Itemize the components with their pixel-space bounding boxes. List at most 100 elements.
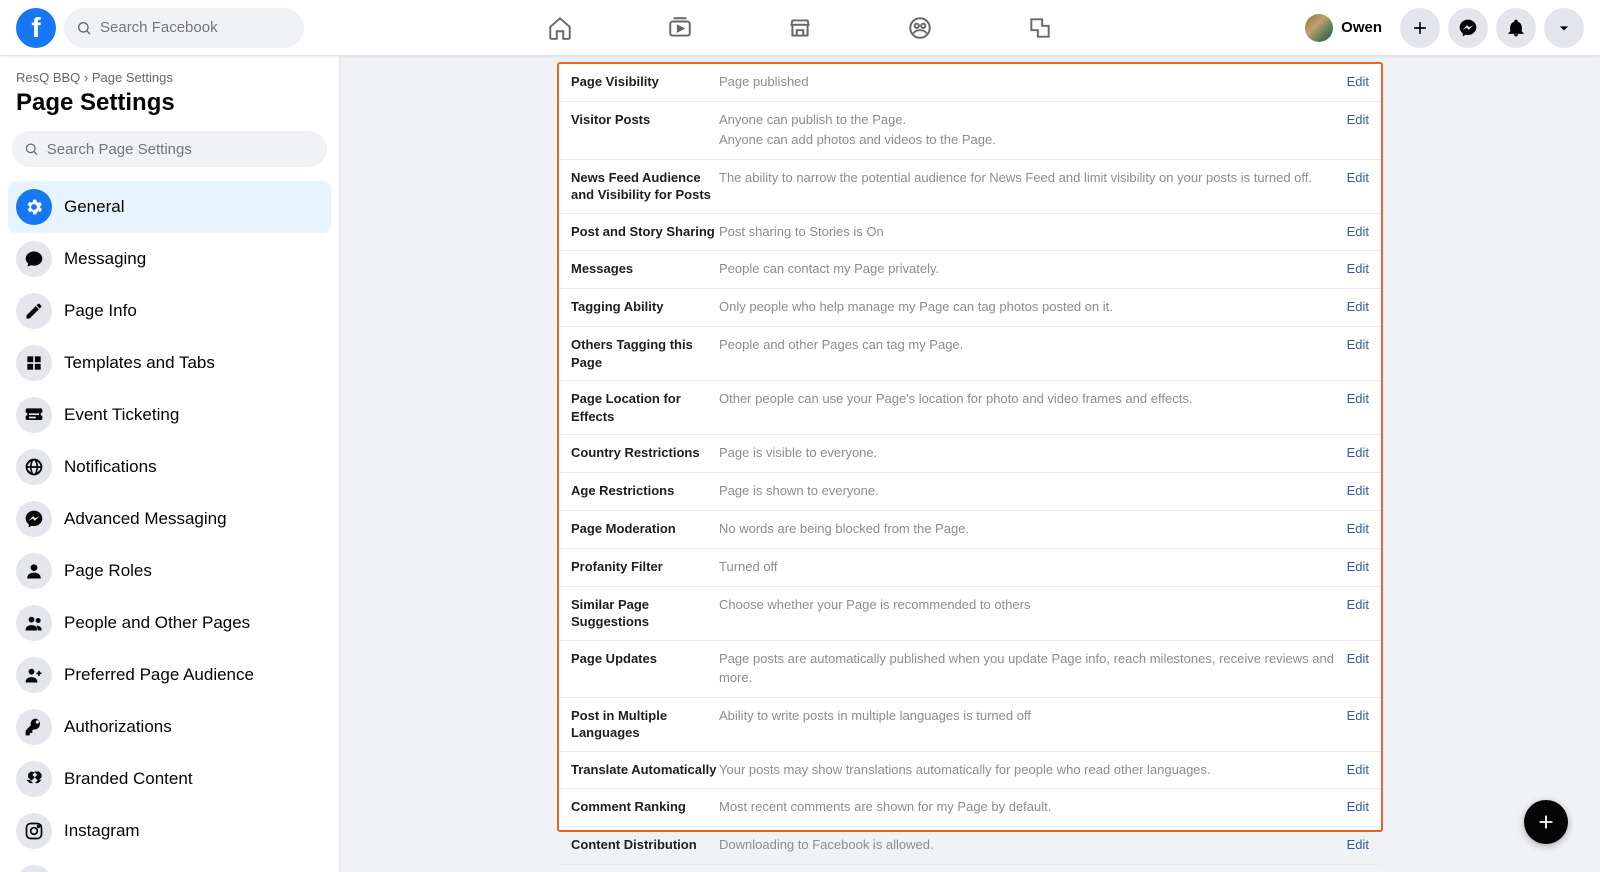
global-search-input[interactable]	[100, 19, 292, 36]
sidebar-item-preferred-page-audience[interactable]: Preferred Page Audience	[8, 649, 331, 701]
search-icon	[76, 20, 92, 36]
edit-link[interactable]: Edit	[1347, 260, 1369, 276]
globe-icon	[16, 449, 52, 485]
sidebar-item-label: General	[64, 197, 124, 217]
sidebar-search[interactable]	[12, 131, 327, 167]
edit-link[interactable]: Edit	[1347, 558, 1369, 574]
settings-row-value: Only people who help manage my Page can …	[719, 298, 1347, 317]
settings-row-value: People and other Pages can tag my Page.	[719, 336, 1347, 355]
new-message-fab[interactable]	[1524, 800, 1568, 844]
sidebar-item-general[interactable]: General	[8, 181, 331, 233]
sidebar-item-label: Event Ticketing	[64, 405, 179, 425]
edit-link[interactable]: Edit	[1347, 169, 1369, 185]
sidebar-item-label: Templates and Tabs	[64, 353, 215, 373]
global-search[interactable]	[64, 8, 304, 48]
sidebar-item-instagram[interactable]: Instagram	[8, 805, 331, 857]
sidebar-item-label: Authorizations	[64, 717, 172, 737]
plus-icon	[1535, 811, 1557, 833]
marketplace-icon	[787, 15, 813, 41]
edit-link[interactable]: Edit	[1347, 836, 1369, 852]
breadcrumb-current: Page Settings	[92, 70, 173, 85]
home-icon	[547, 15, 573, 41]
grid-icon	[16, 345, 52, 381]
create-button[interactable]	[1400, 8, 1440, 48]
settings-row-label: Profanity Filter	[571, 558, 719, 576]
edit-link[interactable]: Edit	[1347, 482, 1369, 498]
edit-link[interactable]: Edit	[1347, 223, 1369, 239]
settings-row-label: Similar Page Suggestions	[571, 596, 719, 631]
sidebar-item-label: Preferred Page Audience	[64, 665, 254, 685]
sidebar-item-event-ticketing[interactable]: Event Ticketing	[8, 389, 331, 441]
settings-row: MessagesPeople can contact my Page priva…	[559, 251, 1381, 289]
top-bar: f Owen	[0, 0, 1600, 56]
edit-link[interactable]: Edit	[1347, 761, 1369, 777]
settings-row: Age RestrictionsPage is shown to everyon…	[559, 473, 1381, 511]
sidebar-item-templates-and-tabs[interactable]: Templates and Tabs	[8, 337, 331, 389]
sidebar-search-input[interactable]	[47, 141, 315, 158]
profile-chip[interactable]: Owen	[1301, 10, 1392, 46]
settings-row: Page VisibilityPage publishedEdit	[559, 64, 1381, 102]
sidebar-item-advanced-messaging[interactable]: Advanced Messaging	[8, 493, 331, 545]
sidebar-item-branded-content[interactable]: Branded Content	[8, 753, 331, 805]
sidebar-item-page-roles[interactable]: Page Roles	[8, 545, 331, 597]
settings-row: Tagging AbilityOnly people who help mana…	[559, 289, 1381, 327]
edit-link[interactable]: Edit	[1347, 707, 1369, 723]
sidebar-item-label: People and Other Pages	[64, 613, 250, 633]
settings-row-value: Ability to write posts in multiple langu…	[719, 707, 1347, 726]
sidebar-item-people-and-other-pages[interactable]: People and Other Pages	[8, 597, 331, 649]
edit-link[interactable]: Edit	[1347, 73, 1369, 89]
account-menu-button[interactable]	[1544, 8, 1584, 48]
notifications-button[interactable]	[1496, 8, 1536, 48]
settings-row-label: Country Restrictions	[571, 444, 719, 462]
sidebar-item-notifications[interactable]: Notifications	[8, 441, 331, 493]
breadcrumb-separator: ›	[84, 70, 88, 85]
facebook-logo-icon[interactable]: f	[16, 8, 56, 48]
settings-row-value: No words are being blocked from the Page…	[719, 520, 1347, 539]
sidebar-item-page-info[interactable]: Page Info	[8, 285, 331, 337]
edit-link[interactable]: Edit	[1347, 650, 1369, 666]
page-title: Page Settings	[8, 85, 331, 131]
nav-marketplace[interactable]	[744, 2, 856, 54]
edit-link[interactable]: Edit	[1347, 596, 1369, 612]
settings-row-label: News Feed Audience and Visibility for Po…	[571, 169, 719, 204]
settings-row-label: Translate Automatically	[571, 761, 719, 779]
nav-watch[interactable]	[624, 2, 736, 54]
nav-gaming[interactable]	[984, 2, 1096, 54]
breadcrumb-page-link[interactable]: ResQ BBQ	[16, 70, 80, 85]
edit-link[interactable]: Edit	[1347, 111, 1369, 127]
sidebar-item-label: Page Roles	[64, 561, 152, 581]
sidebar-item-messaging[interactable]: Messaging	[8, 233, 331, 285]
settings-row-label: Page Updates	[571, 650, 719, 668]
settings-row: Translate AutomaticallyYour posts may sh…	[559, 752, 1381, 790]
top-right: Owen	[1301, 8, 1584, 48]
content: Page VisibilityPage publishedEditVisitor…	[340, 56, 1600, 872]
edit-link[interactable]: Edit	[1347, 520, 1369, 536]
settings-row-value: The ability to narrow the potential audi…	[719, 169, 1347, 188]
ticket-icon	[16, 397, 52, 433]
sidebar-item-label: Messaging	[64, 249, 146, 269]
sidebar-item-whatsapp[interactable]: WhatsApp	[8, 857, 331, 872]
key-icon	[16, 709, 52, 745]
edit-link[interactable]: Edit	[1347, 390, 1369, 406]
sidebar-item-authorizations[interactable]: Authorizations	[8, 701, 331, 753]
people-plus-icon	[16, 657, 52, 693]
settings-row-value: Page published	[719, 73, 1347, 92]
sidebar: ResQ BBQ › Page Settings Page Settings G…	[0, 56, 340, 872]
settings-row-label: Comment Ranking	[571, 798, 719, 816]
nav-home[interactable]	[504, 2, 616, 54]
edit-link[interactable]: Edit	[1347, 336, 1369, 352]
caret-down-icon	[1554, 18, 1574, 38]
settings-row-value: Most recent comments are shown for my Pa…	[719, 798, 1347, 817]
settings-row: Profanity FilterTurned offEdit	[559, 549, 1381, 587]
settings-row: Page UpdatesPage posts are automatically…	[559, 641, 1381, 698]
nav-groups[interactable]	[864, 2, 976, 54]
chat-icon	[16, 241, 52, 277]
sidebar-item-label: Page Info	[64, 301, 137, 321]
messenger-button[interactable]	[1448, 8, 1488, 48]
edit-link[interactable]: Edit	[1347, 798, 1369, 814]
settings-row: Comment RankingMost recent comments are …	[559, 789, 1381, 827]
edit-link[interactable]: Edit	[1347, 298, 1369, 314]
edit-link[interactable]: Edit	[1347, 444, 1369, 460]
settings-row-value: People can contact my Page privately.	[719, 260, 1347, 279]
settings-row-value: Page posts are automatically published w…	[719, 650, 1347, 688]
